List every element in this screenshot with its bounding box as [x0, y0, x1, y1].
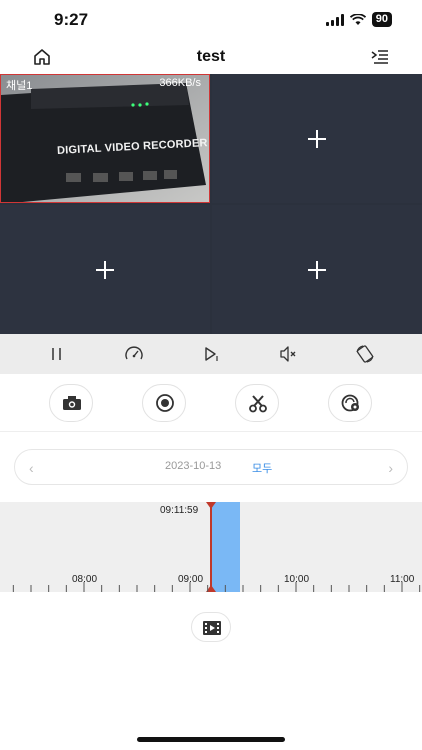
chevron-right-icon[interactable]: › [388, 460, 393, 476]
pause-icon[interactable] [47, 344, 67, 364]
next-frame-icon[interactable] [201, 344, 221, 364]
wifi-icon [349, 13, 366, 25]
add-channel-plus-icon[interactable] [96, 260, 114, 279]
video-channel-1[interactable]: DIGITAL VIDEO RECORDER 채널1 366KB/s [0, 74, 210, 203]
mute-icon[interactable] [278, 344, 298, 364]
current-time-label: 09:11:59 [160, 505, 199, 516]
timeline-cursor[interactable] [210, 502, 212, 592]
sync-icon [341, 394, 359, 412]
date-selector: ‹ 2023-10-13 모두 › [14, 449, 408, 485]
video-clip-button[interactable] [191, 612, 231, 642]
video-grid: DIGITAL VIDEO RECORDER 채널1 366KB/s [0, 74, 422, 334]
playback-toolbar [0, 334, 422, 374]
page-title: test [196, 48, 226, 65]
speed-gauge-icon[interactable] [124, 344, 144, 364]
snapshot-button[interactable] [49, 384, 93, 422]
menu-list-icon[interactable] [370, 47, 390, 67]
video-channel-4[interactable] [212, 205, 422, 334]
add-channel-plus-icon[interactable] [308, 129, 326, 148]
video-channel-3[interactable] [0, 205, 210, 334]
record-icon [156, 394, 174, 412]
timeline-ticks [12, 582, 421, 592]
status-time: 9:27 [54, 10, 89, 29]
nav-bar: test [0, 40, 422, 74]
record-button[interactable] [142, 384, 186, 422]
add-channel-plus-icon[interactable] [308, 260, 326, 279]
chevron-left-icon[interactable]: ‹ [29, 460, 34, 476]
battery-indicator: 90 [371, 12, 392, 27]
action-buttons [0, 374, 422, 432]
status-indicators: 90 [325, 12, 392, 27]
selected-date[interactable]: 2023-10-13 [165, 460, 221, 472]
home-indicator [137, 737, 285, 742]
all-filter-link[interactable]: 모두 [252, 460, 272, 476]
recording-segment [212, 502, 240, 592]
video-channel-2[interactable] [212, 74, 422, 203]
channel-label: 채널1 [6, 80, 33, 92]
cursor-marker-top [206, 502, 216, 509]
rotate-icon[interactable] [355, 344, 375, 364]
sync-button[interactable] [328, 384, 372, 422]
playback-timeline[interactable]: 09:11:59 08:00 09:00 10:00 11:00 [0, 502, 422, 592]
status-bar: 9:27 90 [0, 0, 422, 40]
video-clip-icon [203, 621, 221, 635]
clip-cut-button[interactable] [235, 384, 279, 422]
scissors-icon [249, 395, 267, 413]
bitrate-label: 366KB/s [159, 77, 201, 89]
cellular-signal-icon [325, 13, 344, 26]
camera-icon [63, 396, 81, 410]
